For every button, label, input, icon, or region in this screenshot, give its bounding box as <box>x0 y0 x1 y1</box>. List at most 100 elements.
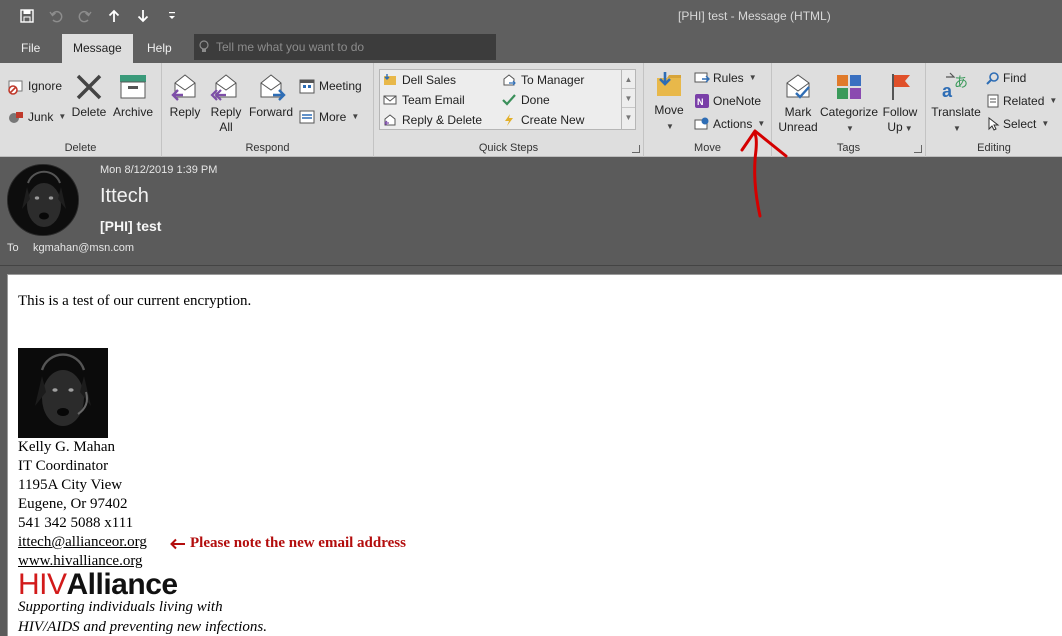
cursor-icon <box>988 117 1000 131</box>
mark-unread-label-2: Unread <box>778 120 818 134</box>
group-label-tags: Tags <box>836 142 861 154</box>
onenote-button[interactable]: N OneNote <box>694 91 761 111</box>
forward-button[interactable]: Forward <box>248 71 294 120</box>
undo-icon[interactable] <box>43 6 68 26</box>
related-button[interactable]: Related ▼ <box>986 91 1057 111</box>
scroll-up-icon[interactable]: ▲ <box>622 70 635 89</box>
select-button[interactable]: Select ▼ <box>986 114 1049 134</box>
reply-button[interactable]: Reply <box>166 71 204 120</box>
junk-icon <box>9 112 23 123</box>
quick-step-create-new[interactable]: Create New <box>502 110 584 130</box>
up-arrow-icon[interactable] <box>101 6 126 26</box>
meeting-button[interactable]: Meeting <box>298 76 362 96</box>
quick-step-to-manager[interactable]: To Manager <box>502 70 584 90</box>
svg-text:N: N <box>697 97 704 107</box>
lightning-icon <box>505 114 513 126</box>
scroll-down-icon[interactable]: ▼ <box>622 89 635 108</box>
chevron-down-icon: ▼ <box>1041 119 1050 128</box>
follow-up-button[interactable]: Follow Up ▼ <box>880 71 920 136</box>
down-arrow-icon[interactable] <box>130 6 155 26</box>
chevron-down-icon: ▼ <box>757 119 766 128</box>
junk-button[interactable]: Junk ▼ <box>7 107 66 127</box>
tab-message[interactable]: Message <box>62 34 133 63</box>
rules-button[interactable]: Rules ▼ <box>694 68 757 88</box>
archive-icon <box>120 75 146 99</box>
expand-gallery-icon[interactable]: ▼ <box>622 108 635 127</box>
mark-unread-icon <box>786 74 810 99</box>
reply-all-label-2: All <box>219 120 233 134</box>
find-button[interactable]: Find <box>986 68 1026 88</box>
quick-steps-gallery: Dell Sales Team Email Reply & Delete To … <box>379 69 636 130</box>
signature-address2: Eugene, Or 97402 <box>18 496 128 512</box>
quick-step-label: Dell Sales <box>402 73 457 87</box>
sender-name[interactable]: Ittech <box>100 185 149 208</box>
quick-steps-scrollbar[interactable]: ▲ ▼ ▼ <box>621 70 635 129</box>
recipient-address[interactable]: kgmahan@msn.com <box>33 242 134 254</box>
tab-file[interactable]: File <box>10 34 51 63</box>
flag-icon <box>892 74 910 100</box>
delete-x-icon <box>76 74 102 100</box>
note-text: Please note the new email address <box>190 535 406 551</box>
dog-photo-icon <box>18 348 108 438</box>
rules-icon <box>694 72 710 83</box>
quick-step-dell-sales[interactable]: Dell Sales <box>383 70 456 90</box>
forward-icon <box>260 74 286 101</box>
message-subject: [PHI] test <box>100 218 162 234</box>
actions-icon <box>694 117 709 130</box>
lightbulb-icon <box>199 34 209 63</box>
customize-icon[interactable] <box>159 6 184 26</box>
folder-arrow-icon <box>384 74 396 85</box>
tab-help[interactable]: Help <box>136 34 183 63</box>
move-label: Move <box>654 103 684 117</box>
translate-label: Translate <box>931 105 981 119</box>
group-label-move: Move <box>694 142 721 154</box>
dialog-launcher-icon[interactable] <box>632 145 640 153</box>
rules-label: Rules <box>713 71 744 85</box>
mark-unread-button[interactable]: Mark Unread <box>776 71 820 135</box>
group-respond: Reply Reply All Forward Meeting More ▼ Re… <box>162 63 374 157</box>
quick-step-team-email[interactable]: Team Email <box>383 90 465 110</box>
signature-tagline-2: HIV/AIDS and preventing new infections. <box>18 619 267 635</box>
quick-step-reply-delete[interactable]: Reply & Delete <box>383 110 482 130</box>
archive-button[interactable]: Archive <box>111 71 155 120</box>
onenote-icon: N <box>695 94 709 108</box>
dialog-launcher-icon[interactable] <box>914 145 922 153</box>
reply-icon <box>171 74 196 101</box>
chevron-down-icon: ▼ <box>58 112 67 121</box>
forward-envelope-icon <box>503 74 516 86</box>
move-button[interactable]: Move ▼ <box>650 69 688 134</box>
reply-delete-icon <box>384 114 396 126</box>
redo-icon[interactable] <box>72 6 97 26</box>
more-respond-button[interactable]: More ▼ <box>298 107 359 127</box>
categorize-button[interactable]: Categorize ▼ <box>820 71 878 136</box>
ignore-label: Ignore <box>28 79 63 93</box>
tell-me-search[interactable]: Tell me what you want to do <box>194 34 496 60</box>
follow-up-label-2: Up <box>887 120 903 134</box>
chevron-down-icon: ▼ <box>904 124 913 133</box>
translate-button[interactable]: aあ Translate ▼ <box>928 71 984 136</box>
signature-email-link[interactable]: ittech@allianceor.org <box>18 534 147 551</box>
delete-button[interactable]: Delete <box>70 71 108 120</box>
signature-name: Kelly G. Mahan <box>18 439 116 455</box>
save-icon[interactable] <box>14 6 39 26</box>
chevron-down-icon: ▼ <box>1049 96 1058 105</box>
ignore-button[interactable]: Ignore <box>7 76 62 96</box>
signature-address1: 1195A City View <box>18 477 123 493</box>
onenote-label: OneNote <box>713 94 762 108</box>
actions-label: Actions <box>713 117 753 131</box>
meeting-label: Meeting <box>319 79 362 93</box>
junk-label: Junk <box>28 110 54 124</box>
reply-all-button[interactable]: Reply All <box>206 71 246 135</box>
ribbon-tabs: File Message Help Tell me what you want … <box>0 32 1062 63</box>
window-title: [PHI] test - Message (HTML) <box>678 9 831 23</box>
message-body: This is a test of our current encryption… <box>7 274 1062 636</box>
more-icon <box>299 110 315 124</box>
hivalliance-logo: HIVAlliance <box>18 570 178 600</box>
sender-avatar[interactable] <box>7 164 79 236</box>
actions-button[interactable]: Actions ▼ <box>694 114 765 134</box>
envelope-icon <box>383 95 397 105</box>
signature-phone: 541 342 5088 x111 <box>18 515 134 531</box>
more-label: More <box>319 110 347 124</box>
quick-step-done[interactable]: Done <box>502 90 550 110</box>
quick-step-label: Done <box>521 93 550 107</box>
